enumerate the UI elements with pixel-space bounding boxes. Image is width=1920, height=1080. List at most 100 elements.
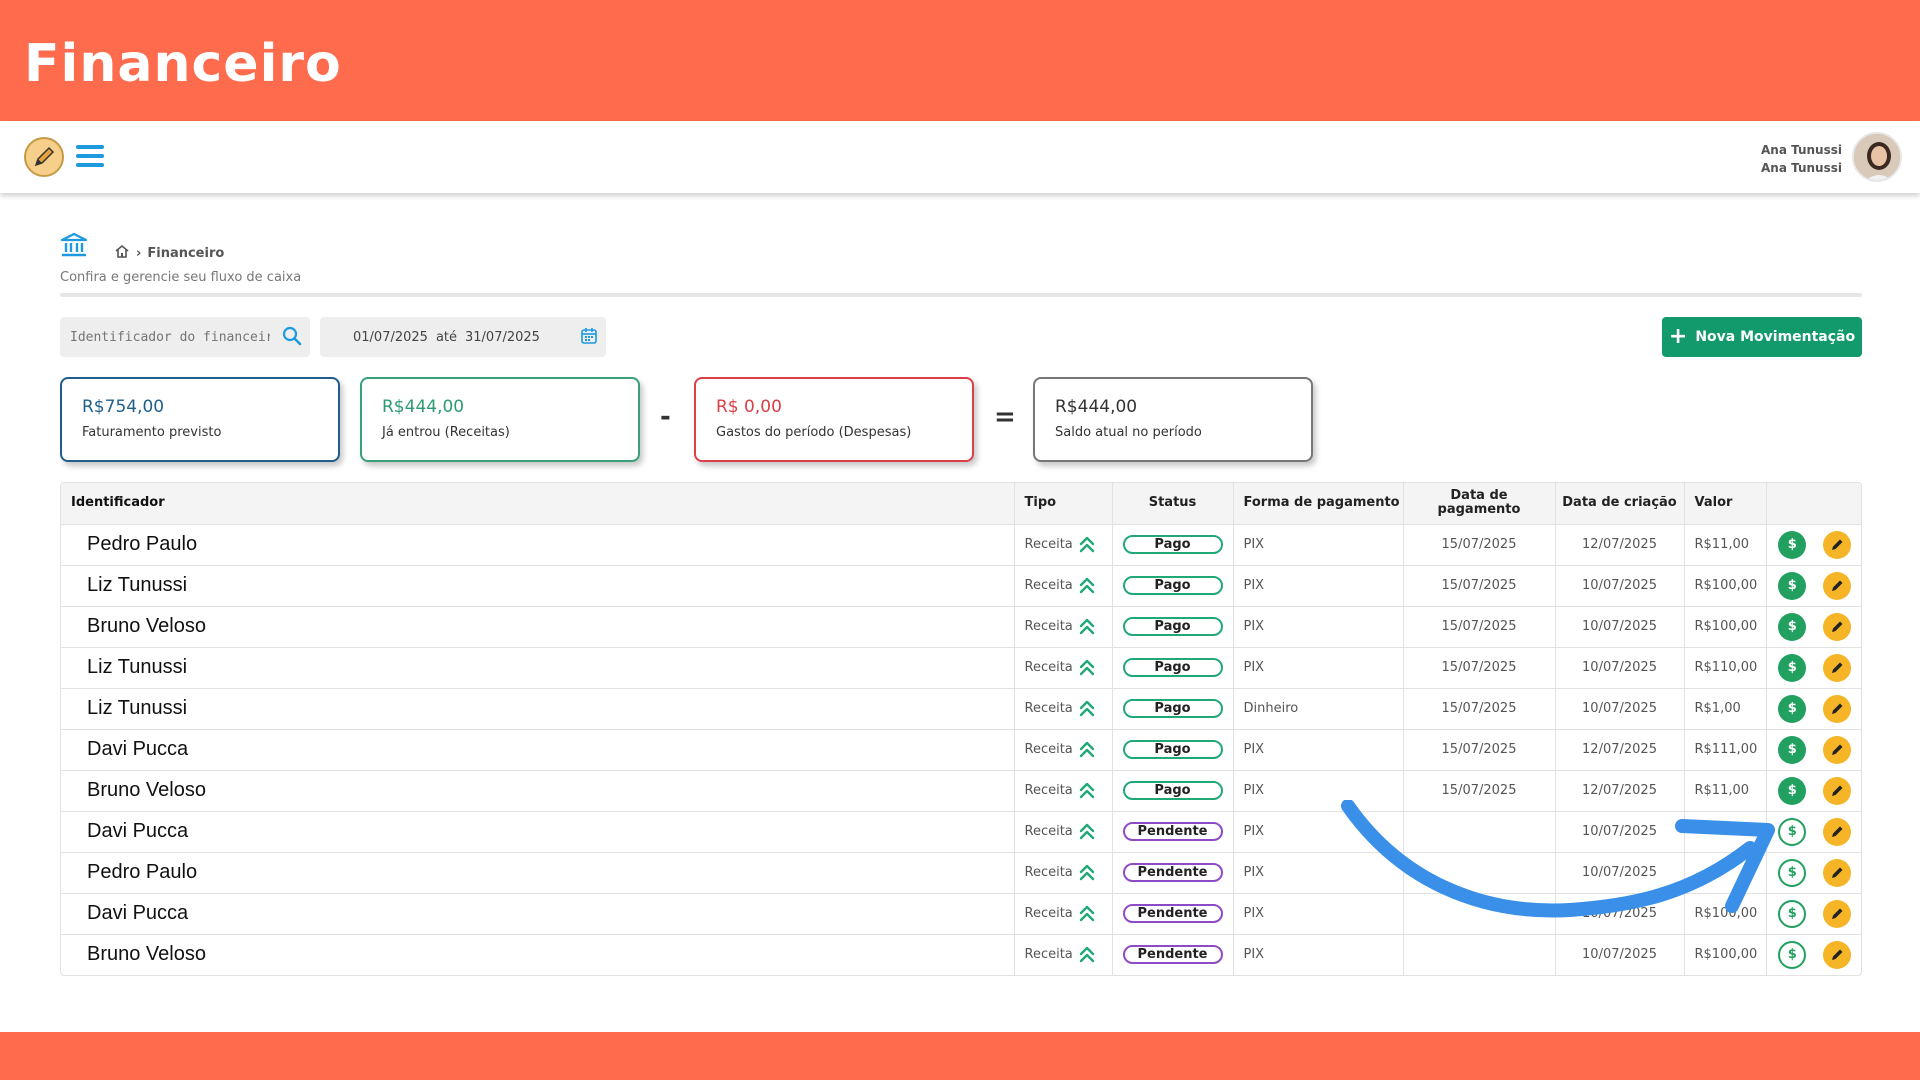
pencil-icon[interactable] — [1823, 612, 1852, 641]
dollar-icon[interactable]: $ — [1778, 530, 1807, 559]
date-end: 31/07/2025 — [465, 329, 540, 345]
pencil-icon[interactable] — [1823, 858, 1852, 887]
finance-table: Identificador Tipo Status Forma de pagam… — [60, 482, 1862, 976]
header-data-pagamento-line2: pagamento — [1437, 502, 1521, 518]
cell-actions: $ — [1766, 851, 1861, 893]
cell-actions: $ — [1766, 564, 1861, 606]
double-chevron-up-icon — [1079, 659, 1094, 675]
cell-valor: R$1,00 — [1684, 687, 1767, 729]
card-despesas-label: Gastos do período (Despesas) — [716, 425, 912, 440]
table-row: Liz Tunussi Receita Pago Dinheiro 15/07/… — [61, 687, 1861, 729]
cell-tipo: Receita — [1014, 769, 1113, 811]
dollar-icon[interactable]: $ — [1778, 694, 1807, 723]
status-badge: Pago — [1122, 617, 1223, 636]
card-saldo-label: Saldo atual no período — [1055, 425, 1202, 440]
cell-valor: R$100,00 — [1684, 564, 1767, 606]
pencil-logo-icon[interactable] — [24, 137, 64, 177]
cell-valor — [1684, 851, 1767, 893]
dollar-icon[interactable]: $ — [1778, 653, 1807, 682]
pencil-icon[interactable] — [1823, 776, 1852, 805]
dollar-icon[interactable]: $ — [1778, 817, 1807, 846]
user-info[interactable]: Ana Tunussi Ana Tunussi — [1761, 141, 1842, 177]
table-row: Bruno Veloso Receita Pago PIX 15/07/2025… — [61, 769, 1861, 811]
header-status[interactable]: Status — [1112, 483, 1234, 524]
cell-tipo-label: Receita — [1024, 906, 1073, 921]
table-header-row: Identificador Tipo Status Forma de pagam… — [61, 483, 1861, 524]
new-movement-label: Nova Movimentação — [1695, 329, 1856, 345]
card-faturamento: R$754,00 Faturamento previsto — [60, 377, 340, 462]
status-badge: Pago — [1122, 535, 1223, 554]
dollar-icon[interactable]: $ — [1778, 899, 1807, 928]
operator-equals: = — [994, 402, 1016, 432]
status-badge: Pendente — [1122, 904, 1223, 923]
header-data-pagamento[interactable]: Data de pagamento — [1403, 483, 1556, 524]
dollar-icon[interactable]: $ — [1778, 776, 1807, 805]
pencil-icon[interactable] — [1823, 653, 1852, 682]
pencil-icon[interactable] — [1823, 817, 1852, 846]
cell-data-pagamento: 15/07/2025 — [1403, 687, 1556, 729]
cell-data-criacao: 10/07/2025 — [1555, 605, 1685, 647]
cell-status: Pago — [1112, 605, 1234, 647]
operator-minus: - — [660, 402, 671, 432]
new-movement-button[interactable]: + Nova Movimentação — [1662, 317, 1862, 357]
pencil-icon[interactable] — [1823, 571, 1852, 600]
header-identificador[interactable]: Identificador — [61, 483, 1015, 524]
cell-identificador: Liz Tunussi — [61, 564, 1015, 606]
status-badge: Pago — [1122, 740, 1223, 759]
banner-title: Financeiro — [24, 34, 342, 94]
cell-identificador: Liz Tunussi — [61, 687, 1015, 729]
cell-tipo-label: Receita — [1024, 701, 1073, 716]
pencil-icon[interactable] — [1823, 694, 1852, 723]
home-icon[interactable] — [114, 244, 130, 263]
user-subname: Ana Tunussi — [1761, 161, 1842, 175]
double-chevron-up-icon — [1079, 946, 1094, 962]
double-chevron-up-icon — [1079, 618, 1094, 634]
search-input[interactable] — [70, 329, 270, 345]
dollar-icon[interactable]: $ — [1778, 735, 1807, 764]
pencil-icon[interactable] — [1823, 940, 1852, 969]
dollar-icon[interactable]: $ — [1778, 858, 1807, 887]
hamburger-menu-icon[interactable] — [76, 145, 104, 167]
header-valor[interactable]: Valor — [1684, 483, 1767, 524]
cell-tipo-label: Receita — [1024, 537, 1073, 552]
breadcrumb-separator: › — [136, 246, 142, 261]
card-saldo: R$444,00 Saldo atual no período — [1033, 377, 1313, 462]
header-data-criacao[interactable]: Data de criação — [1555, 483, 1685, 524]
header-forma[interactable]: Forma de pagamento — [1233, 483, 1404, 524]
dollar-icon[interactable]: $ — [1778, 571, 1807, 600]
date-separator: até — [435, 329, 457, 345]
table-row: Liz Tunussi Receita Pago PIX 15/07/2025 … — [61, 646, 1861, 688]
calendar-icon[interactable] — [580, 327, 598, 349]
cell-identificador: Bruno Veloso — [61, 769, 1015, 811]
cell-data-criacao: 12/07/2025 — [1555, 728, 1685, 770]
header-tipo[interactable]: Tipo — [1014, 483, 1113, 524]
header-actions — [1766, 483, 1861, 524]
card-despesas: R$ 0,00 Gastos do período (Despesas) — [694, 377, 974, 462]
cell-forma: PIX — [1233, 892, 1404, 934]
cell-data-criacao: 10/07/2025 — [1555, 564, 1685, 606]
avatar[interactable] — [1852, 132, 1902, 182]
dollar-icon[interactable]: $ — [1778, 612, 1807, 641]
cell-valor: R$11,00 — [1684, 769, 1767, 811]
cell-data-pagamento: 15/07/2025 — [1403, 769, 1556, 811]
double-chevron-up-icon — [1079, 782, 1094, 798]
cell-data-pagamento — [1403, 810, 1556, 852]
cell-data-criacao: 10/07/2025 — [1555, 892, 1685, 934]
cell-tipo: Receita — [1014, 687, 1113, 729]
pencil-icon[interactable] — [1823, 530, 1852, 559]
pencil-icon[interactable] — [1823, 899, 1852, 928]
pencil-icon[interactable] — [1823, 735, 1852, 764]
dollar-icon[interactable]: $ — [1778, 940, 1807, 969]
cell-identificador: Davi Pucca — [61, 728, 1015, 770]
cell-forma: PIX — [1233, 933, 1404, 975]
table-row: Davi Pucca Receita Pendente PIX 10/07/20… — [61, 892, 1861, 934]
cell-identificador: Davi Pucca — [61, 892, 1015, 934]
date-range-field[interactable]: 01/07/2025 até 31/07/2025 — [320, 317, 606, 357]
search-icon[interactable] — [282, 326, 302, 351]
cell-tipo-label: Receita — [1024, 619, 1073, 634]
bottom-banner — [0, 1032, 1920, 1080]
cell-tipo: Receita — [1014, 892, 1113, 934]
cell-data-criacao: 12/07/2025 — [1555, 523, 1685, 565]
cell-actions: $ — [1766, 810, 1861, 852]
cell-valor: R$100,00 — [1684, 892, 1767, 934]
